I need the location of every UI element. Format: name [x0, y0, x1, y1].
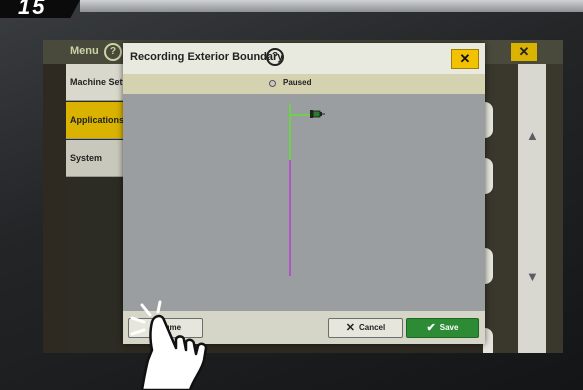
help-icon[interactable]: ?: [104, 43, 122, 61]
cancel-button[interactable]: ✕ Cancel: [328, 318, 403, 338]
scroll-down-icon[interactable]: ▼: [526, 269, 539, 284]
step-number-tab: 15: [0, 0, 80, 18]
settings-sidebar: Machine Setti Applications System: [66, 64, 124, 353]
device-top-strip: [80, 0, 583, 12]
tap-gesture-icon: [130, 300, 208, 390]
sidebar-item-applications[interactable]: Applications: [66, 102, 124, 139]
sidebar-item-system[interactable]: System: [66, 140, 124, 177]
recorded-path: [289, 114, 311, 116]
tractor-icon: [310, 110, 325, 118]
status-indicator-icon: [269, 80, 276, 87]
close-button[interactable]: ✕: [451, 49, 479, 69]
scrollbar[interactable]: ▲ ▼: [518, 64, 546, 353]
sidebar-item-machine-settings[interactable]: Machine Setti: [66, 64, 124, 101]
menu-label[interactable]: Menu: [70, 45, 99, 57]
boundary-map[interactable]: [123, 94, 485, 311]
recording-status-bar: Paused: [123, 74, 485, 94]
close-icon: ✕: [345, 322, 355, 334]
scroll-up-icon[interactable]: ▲: [526, 128, 539, 143]
cancel-label: Cancel: [358, 323, 386, 333]
save-button[interactable]: ✔ Save: [406, 318, 479, 338]
guidance-line: [289, 160, 291, 276]
help-icon[interactable]: ?: [266, 48, 284, 66]
recorded-path: [289, 104, 291, 160]
step-number: 15: [18, 0, 47, 19]
dialog-title: Recording Exterior Boundary: [130, 51, 284, 63]
recording-status: Paused: [283, 78, 312, 87]
close-icon[interactable]: ✕: [511, 43, 537, 61]
checkmark-icon: ✔: [426, 322, 436, 334]
save-label: Save: [439, 323, 459, 333]
recording-boundary-dialog: Recording Exterior Boundary ? ✕ Paused R…: [123, 43, 485, 344]
